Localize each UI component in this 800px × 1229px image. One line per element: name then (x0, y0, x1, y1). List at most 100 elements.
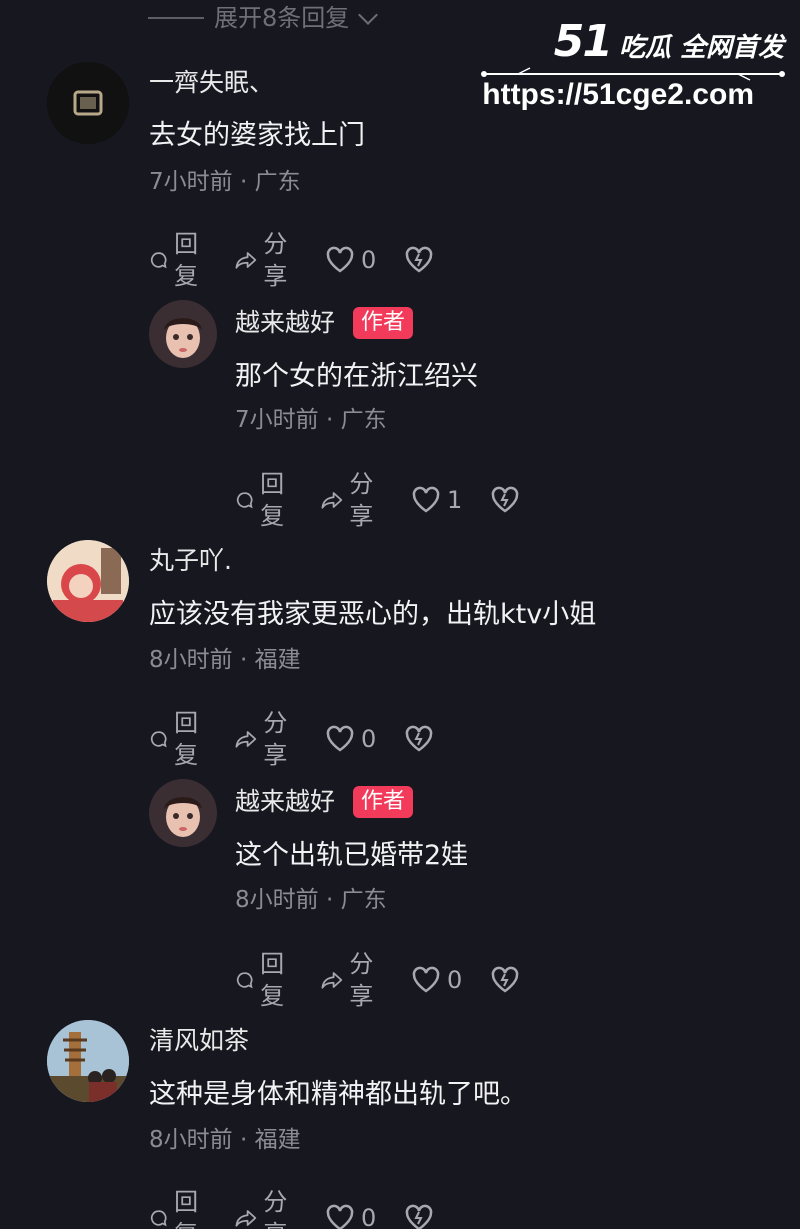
share-label: 分享 (349, 950, 374, 1010)
share-button[interactable]: 分享 (235, 707, 297, 771)
avatar[interactable] (47, 540, 129, 622)
share-button[interactable]: 分享 (235, 228, 297, 292)
heart-icon (412, 486, 440, 513)
reply-icon (150, 731, 167, 748)
expand-replies-button[interactable]: 展开8条回复 (148, 2, 379, 34)
broken-heart-icon (406, 1204, 433, 1229)
nickname[interactable]: 一齊失眠、 (149, 67, 274, 99)
dislike-button[interactable] (404, 1204, 434, 1229)
avatar-image (149, 779, 217, 847)
avatar-image (47, 62, 129, 144)
share-button[interactable]: 分享 (321, 468, 383, 532)
meta-separator: · (318, 887, 341, 913)
nickname[interactable]: 越来越好 (235, 786, 335, 818)
comment-meta: 8小时前 · 福建 (149, 645, 301, 675)
reply-button[interactable]: 回复 (235, 948, 293, 1012)
avatar[interactable] (149, 300, 217, 368)
comment-actions: 回复 分享 1 (235, 468, 548, 532)
share-label: 分享 (349, 470, 374, 530)
share-label: 分享 (263, 230, 288, 290)
comment-actions: 回复 分享 0 (149, 228, 462, 292)
reply-icon (236, 492, 253, 509)
heart-icon (412, 966, 440, 993)
heart-icon (326, 1204, 354, 1229)
avatar[interactable] (47, 1020, 129, 1102)
comment-text[interactable]: 应该没有我家更恶心的，出轨ktv小姐 (149, 597, 596, 633)
share-icon (235, 1210, 257, 1227)
like-button[interactable]: 0 (411, 964, 462, 996)
like-button[interactable]: 0 (325, 1202, 376, 1229)
like-button[interactable]: 0 (325, 723, 376, 755)
author-badge: 作者 (353, 307, 414, 339)
comment-actions: 回复 分享 0 (149, 707, 462, 771)
reply-icon (236, 972, 253, 989)
comment-meta: 8小时前 · 广东 (235, 885, 387, 915)
reply-button[interactable]: 回复 (235, 468, 293, 532)
comment-actions: 回复 分享 0 (149, 1186, 462, 1229)
reply-label: 回复 (260, 950, 285, 1010)
nickname[interactable]: 丸子吖. (149, 545, 232, 577)
watermark-url: https://51cge2.com (482, 78, 754, 111)
avatar-image (149, 300, 217, 368)
reply-button[interactable]: 回复 (149, 228, 207, 292)
avatar-image (47, 1020, 129, 1102)
like-button[interactable]: 1 (411, 484, 462, 516)
meta-separator: · (318, 407, 341, 433)
dislike-button[interactable] (404, 246, 434, 274)
like-button[interactable]: 0 (325, 244, 376, 276)
location: 福建 (254, 1127, 301, 1153)
broken-heart-icon (406, 725, 433, 752)
avatar[interactable] (149, 779, 217, 847)
share-icon (235, 252, 257, 269)
comment-meta: 8小时前 · 福建 (149, 1125, 301, 1155)
like-count: 0 (361, 1204, 377, 1229)
comment-actions: 回复 分享 0 (235, 948, 548, 1012)
like-count: 0 (361, 246, 377, 274)
dislike-button[interactable] (490, 966, 520, 994)
timestamp: 8小时前 (149, 1127, 233, 1153)
broken-heart-icon (492, 486, 519, 513)
reply-button[interactable]: 回复 (149, 1186, 207, 1229)
watermark: 51 吃瓜 全网首发 https://51cge2.com (472, 14, 792, 124)
timestamp: 7小时前 (149, 169, 233, 195)
comment-text[interactable]: 那个女的在浙江绍兴 (235, 359, 478, 395)
avatar[interactable] (47, 62, 129, 144)
share-label: 分享 (263, 1188, 288, 1229)
share-button[interactable]: 分享 (321, 948, 383, 1012)
like-count: 0 (447, 966, 463, 994)
watermark-logo-text: 吃瓜 全网首发 (618, 33, 784, 63)
avatar-image (47, 540, 129, 622)
watermark-logo-number: 51 (553, 16, 613, 67)
dislike-button[interactable] (404, 725, 434, 753)
nickname[interactable]: 越来越好 (235, 307, 335, 339)
share-icon (235, 731, 257, 748)
comment-text[interactable]: 这个出轨已婚带2娃 (235, 838, 468, 874)
reply-icon (150, 1210, 167, 1227)
comment-text[interactable]: 这种是身体和精神都出轨了吧。 (149, 1077, 527, 1113)
reply-label: 回复 (260, 470, 285, 530)
share-label: 分享 (263, 709, 288, 769)
location: 广东 (340, 407, 387, 433)
author-badge: 作者 (353, 786, 414, 818)
like-count: 1 (447, 486, 463, 514)
meta-separator: · (232, 169, 255, 195)
reply-button[interactable]: 回复 (149, 707, 207, 771)
location: 广东 (254, 169, 301, 195)
timestamp: 7小时前 (235, 407, 319, 433)
reply-label: 回复 (174, 709, 199, 769)
meta-separator: · (232, 647, 255, 673)
reply-label: 回复 (174, 230, 199, 290)
dislike-button[interactable] (490, 486, 520, 514)
nickname[interactable]: 清风如茶 (149, 1025, 249, 1057)
comment-meta: 7小时前 · 广东 (235, 405, 387, 435)
heart-icon (326, 725, 354, 752)
divider (148, 17, 204, 19)
share-button[interactable]: 分享 (235, 1186, 297, 1229)
meta-separator: · (232, 1127, 255, 1153)
comment-text[interactable]: 去女的婆家找上门 (149, 118, 365, 154)
reply-label: 回复 (174, 1188, 199, 1229)
timestamp: 8小时前 (149, 647, 233, 673)
chevron-down-icon (358, 5, 379, 25)
comment-meta: 7小时前 · 广东 (149, 167, 301, 197)
broken-heart-icon (406, 246, 433, 273)
